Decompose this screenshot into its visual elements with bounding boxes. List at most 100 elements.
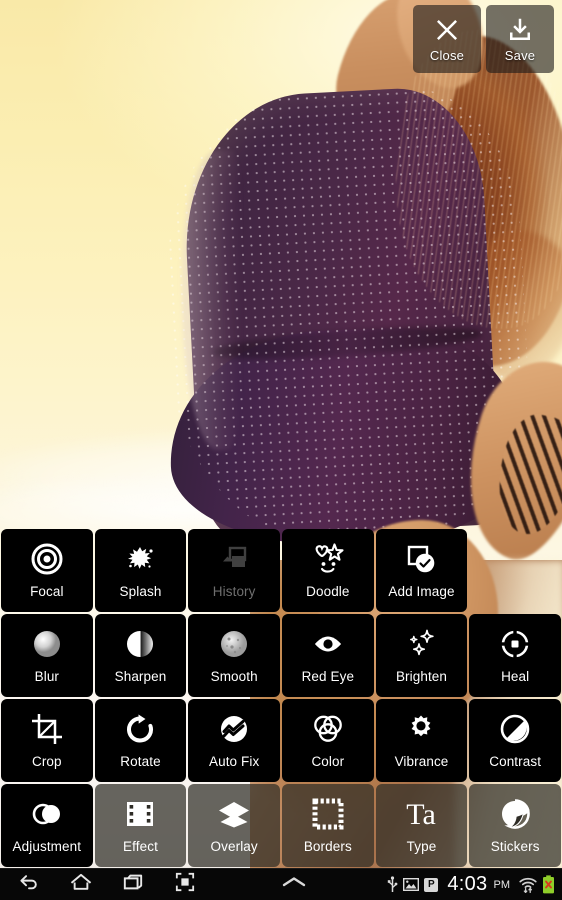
tool-label: Sharpen (114, 669, 167, 685)
usb-icon (387, 876, 398, 893)
add-image-icon (404, 542, 438, 576)
tool-tile-brighten[interactable]: Brighten (375, 614, 468, 697)
tool-label: Doodle (306, 584, 350, 600)
autofix-wave-icon (217, 712, 251, 746)
battery-error-icon (542, 875, 555, 894)
tool-tile-focal[interactable]: Focal (1, 529, 93, 612)
tool-label: Vibrance (394, 754, 449, 770)
effect-filmstrip-icon (124, 797, 156, 831)
focal-target-icon (30, 542, 64, 576)
tool-tile-doodle[interactable]: Doodle (281, 529, 374, 612)
tool-label: Color (311, 754, 345, 770)
tool-label: History (212, 584, 256, 600)
tool-tile-color[interactable]: Color (281, 699, 374, 782)
nav-buttons (0, 872, 200, 898)
chevron-up-icon (281, 875, 307, 894)
tool-label: Smooth (210, 669, 258, 685)
status-clock: 4:03 (447, 873, 488, 895)
tool-tile-heal[interactable]: Heal (469, 614, 561, 697)
tool-tile-red-eye[interactable]: Red Eye (281, 614, 374, 697)
top-action-bar: Close Save (413, 5, 554, 73)
tool-label: Auto Fix (208, 754, 260, 770)
tool-tile-type[interactable]: Ta Type (375, 784, 468, 867)
overlay-layers-icon (216, 797, 252, 831)
tool-tile-add-image[interactable]: Add Image (375, 529, 468, 612)
vibrance-sun-icon (404, 712, 438, 746)
sharpen-halfcircle-icon (123, 627, 157, 661)
recent-apps-icon (121, 872, 145, 897)
tool-label: Stickers (490, 839, 540, 855)
status-ampm: PM (493, 878, 511, 891)
tool-label: Effect (123, 839, 158, 855)
wifi-icon (519, 877, 537, 893)
nav-screenshot-button[interactable] (170, 872, 200, 898)
tool-tile-rotate[interactable]: Rotate (94, 699, 187, 782)
color-venn-icon (311, 712, 345, 746)
crop-icon (30, 712, 64, 746)
tool-tile-blur[interactable]: Blur (1, 614, 93, 697)
tool-tile-smooth[interactable]: Smooth (188, 614, 280, 697)
status-badge: P (424, 877, 439, 892)
system-navigation-bar: P 4:03 PM (0, 868, 562, 900)
tool-label: Borders (303, 839, 352, 855)
history-undo-icon (217, 542, 251, 576)
tool-label: Contrast (489, 754, 542, 770)
tool-label: Adjustment (12, 839, 82, 855)
tool-tile-history[interactable]: History (188, 529, 280, 612)
tool-tile-effect[interactable]: Effect (94, 784, 187, 867)
tool-tile-stickers[interactable]: Stickers (469, 784, 561, 867)
close-button-label: Close (429, 48, 465, 63)
tool-tile-crop[interactable]: Crop (1, 699, 93, 782)
nav-back-button[interactable] (14, 872, 44, 898)
screenshot-capture-icon (174, 872, 196, 897)
borders-stamp-icon (311, 797, 345, 831)
close-icon (432, 15, 462, 45)
adjustment-circles-icon (29, 797, 65, 831)
tool-label: Red Eye (301, 669, 355, 685)
tool-tile-splash[interactable]: Splash (94, 529, 187, 612)
nav-expand-area[interactable] (200, 875, 387, 894)
tool-label: Add Image (388, 584, 455, 600)
tool-tile-auto-fix[interactable]: Auto Fix (188, 699, 280, 782)
rotate-cw-icon (123, 712, 157, 746)
blur-circle-icon (30, 627, 64, 661)
tool-grid: Focal Splash History Doodle Add Image Bl… (0, 529, 562, 868)
save-download-icon (505, 15, 535, 45)
tool-label: Focal (30, 584, 64, 600)
tool-label: Overlay (210, 839, 258, 855)
tool-tile-sharpen[interactable]: Sharpen (94, 614, 187, 697)
sparkles-icon (404, 627, 438, 661)
tool-label: Blur (34, 669, 60, 685)
home-icon (69, 872, 93, 897)
splash-icon (123, 542, 157, 576)
save-button[interactable]: Save (486, 5, 554, 73)
eye-icon (310, 627, 346, 661)
close-button[interactable]: Close (413, 5, 481, 73)
status-area[interactable]: P 4:03 PM (387, 873, 562, 896)
nav-recents-button[interactable] (118, 872, 148, 898)
tool-label: Splash (119, 584, 162, 600)
sticker-peel-icon (498, 797, 532, 831)
type-Ta-icon: Ta (400, 797, 442, 831)
tool-tile-contrast[interactable]: Contrast (469, 699, 561, 782)
tool-label: Crop (31, 754, 62, 770)
tool-label: Type (406, 839, 437, 855)
svg-text:Ta: Ta (407, 798, 437, 831)
tool-label: Brighten (395, 669, 448, 685)
tool-tile-overlay[interactable]: Overlay (188, 784, 280, 867)
doodle-heart-star-icon (310, 542, 346, 576)
save-button-label: Save (504, 48, 536, 63)
tool-tile-vibrance[interactable]: Vibrance (375, 699, 468, 782)
tool-tile-borders[interactable]: Borders (281, 784, 374, 867)
tool-label: Rotate (120, 754, 161, 770)
contrast-halfdisc-icon (498, 712, 532, 746)
photo-editor-app: Close Save Focal Splash History Doodle A… (0, 0, 562, 900)
tool-label: Heal (501, 669, 530, 685)
image-icon (403, 878, 420, 891)
smooth-texture-icon (217, 627, 251, 661)
nav-home-button[interactable] (66, 872, 96, 898)
heal-crosshair-icon (498, 627, 532, 661)
tool-tile-empty (469, 529, 561, 612)
tool-tile-adjustment[interactable]: Adjustment (1, 784, 93, 867)
back-arrow-icon (18, 872, 40, 897)
